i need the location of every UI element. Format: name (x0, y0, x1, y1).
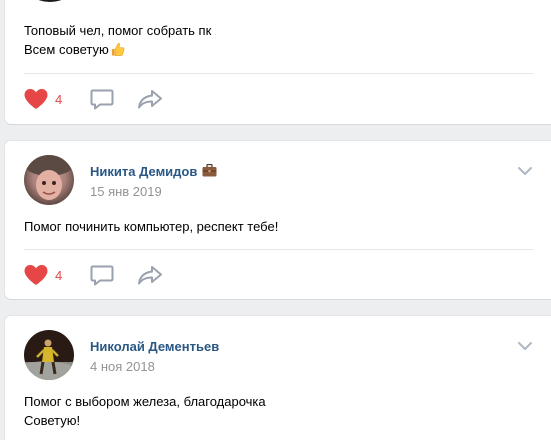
briefcase-icon (202, 164, 217, 177)
chevron-down-icon[interactable] (517, 340, 533, 352)
post-actions: 4 (23, 87, 163, 111)
review-text: Помог починить компьютер, респект тебе! (24, 217, 278, 236)
review-card: Топовый чел, помог собрать пк Всем совет… (5, 0, 551, 124)
divider (24, 249, 534, 250)
heart-icon (24, 265, 48, 285)
like-button[interactable]: 4 (23, 264, 73, 286)
review-text: Помог с выбором железа, благодарочка Сов… (24, 392, 266, 430)
heart-icon (24, 89, 48, 109)
comment-icon[interactable] (89, 264, 115, 286)
author-name[interactable]: Никита Демидов (90, 164, 217, 179)
share-icon[interactable] (137, 264, 163, 286)
avatar-photo (24, 330, 74, 380)
avatar[interactable] (24, 330, 74, 380)
reviews-feed: Топовый чел, помог собрать пк Всем совет… (0, 0, 551, 440)
review-text-line: Топовый чел, помог собрать пк (24, 23, 212, 38)
thumbs-up-icon (111, 43, 125, 56)
avatar-photo (24, 155, 74, 205)
like-count: 4 (55, 91, 63, 107)
chevron-down-icon[interactable] (517, 165, 533, 177)
author-name[interactable]: Николай Дементьев (90, 339, 219, 354)
divider (24, 73, 534, 74)
post-date[interactable]: 15 янв 2019 (90, 184, 162, 199)
avatar[interactable] (24, 0, 76, 2)
review-text-line: Советую! (24, 413, 81, 428)
share-icon[interactable] (137, 88, 163, 110)
like-button[interactable]: 4 (23, 88, 73, 110)
review-text-line: Помог с выбором железа, благодарочка (24, 394, 266, 409)
review-text: Топовый чел, помог собрать пк Всем совет… (24, 21, 211, 59)
like-count: 4 (55, 267, 63, 283)
review-text-line: Помог починить компьютер, респект тебе! (24, 219, 279, 234)
avatar[interactable] (24, 155, 74, 205)
review-card: Николай Дементьев 4 ноя 2018 Помог с выб… (5, 316, 551, 440)
post-actions: 4 (23, 263, 163, 287)
comment-icon[interactable] (89, 88, 115, 110)
post-date[interactable]: 4 ноя 2018 (90, 359, 155, 374)
review-card: Никита Демидов 15 янв 2019 Помог починит… (5, 141, 551, 299)
review-text-line: Всем советую (24, 40, 211, 59)
